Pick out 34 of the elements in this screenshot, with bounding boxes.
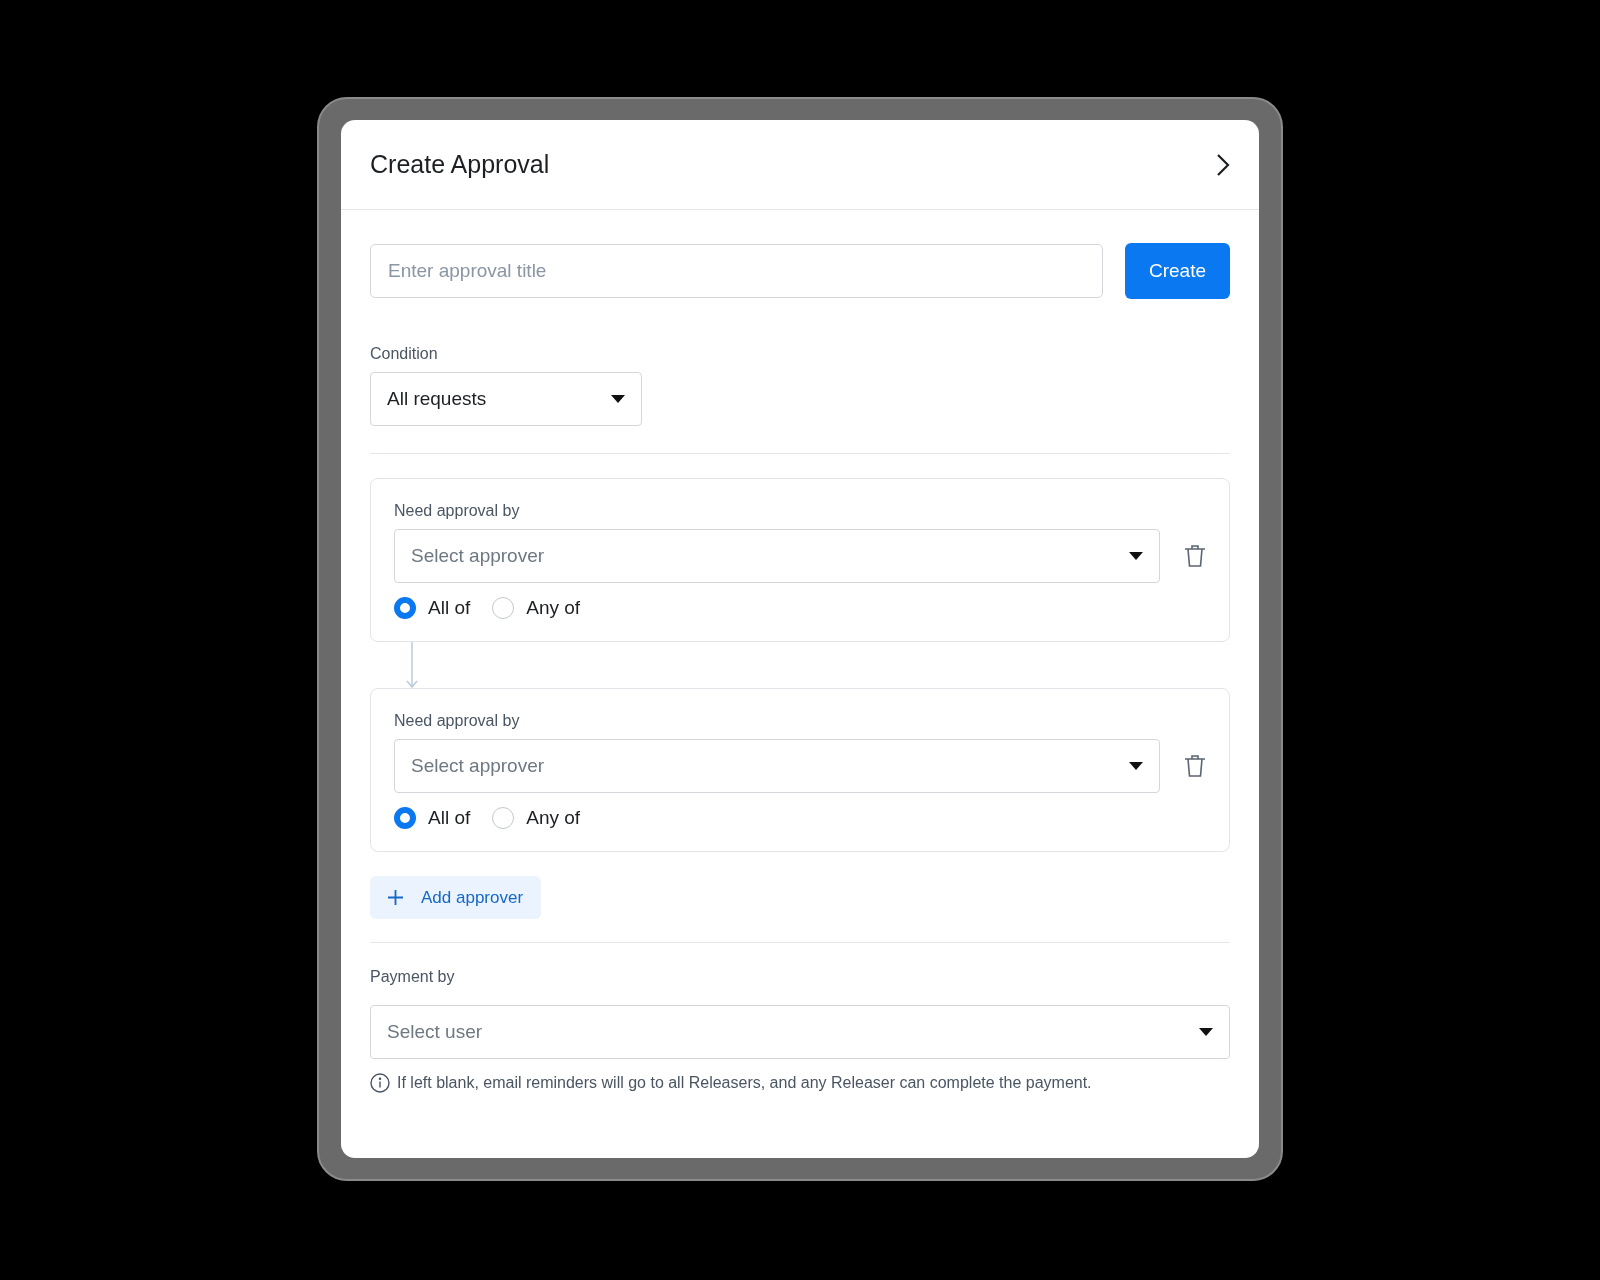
approver-select[interactable]: Select approver: [394, 529, 1160, 583]
collapse-button[interactable]: [1216, 152, 1230, 177]
radio-button[interactable]: [394, 807, 416, 829]
delete-button[interactable]: [1184, 544, 1206, 568]
caret-icon: [1199, 1028, 1213, 1036]
user-select[interactable]: Select user: [370, 1005, 1230, 1059]
field-label: Need approval by: [394, 712, 521, 730]
approver-select[interactable]: Select approver: [394, 739, 1160, 793]
radio-label: Any of: [526, 807, 581, 829]
connector-arrow: [406, 642, 418, 688]
radio-label: All of: [428, 807, 471, 829]
delete-button[interactable]: [1184, 754, 1206, 778]
caret-icon: [1129, 552, 1143, 560]
radio-button[interactable]: [492, 807, 515, 829]
field-label: Need approval by: [394, 502, 521, 520]
info-icon: [370, 1073, 390, 1093]
title-input[interactable]: Enter approval title: [370, 244, 1103, 298]
radio-button[interactable]: [394, 597, 416, 619]
panel-title: Create Approval: [370, 150, 550, 179]
radio-label: Any of: [526, 597, 581, 619]
condition-select[interactable]: All requests: [370, 372, 642, 426]
create-button[interactable]: Create: [1125, 243, 1230, 299]
trash-icon: [1184, 544, 1206, 568]
field-label: Payment by: [370, 968, 456, 986]
radio-label: All of: [428, 597, 471, 619]
help-text: If left blank, email reminders will go to all Releasers, and any Releaser can complete the payment.: [397, 1074, 1092, 1092]
caret-icon: [1129, 762, 1143, 770]
caret-icon: [611, 395, 625, 403]
plus-icon: [388, 890, 403, 905]
chevron-right-icon: [1216, 152, 1230, 177]
field-label: Condition: [370, 345, 439, 363]
radio-button[interactable]: [492, 597, 515, 619]
trash-icon: [1184, 754, 1206, 778]
add-approver-button[interactable]: Add approver: [370, 876, 542, 919]
